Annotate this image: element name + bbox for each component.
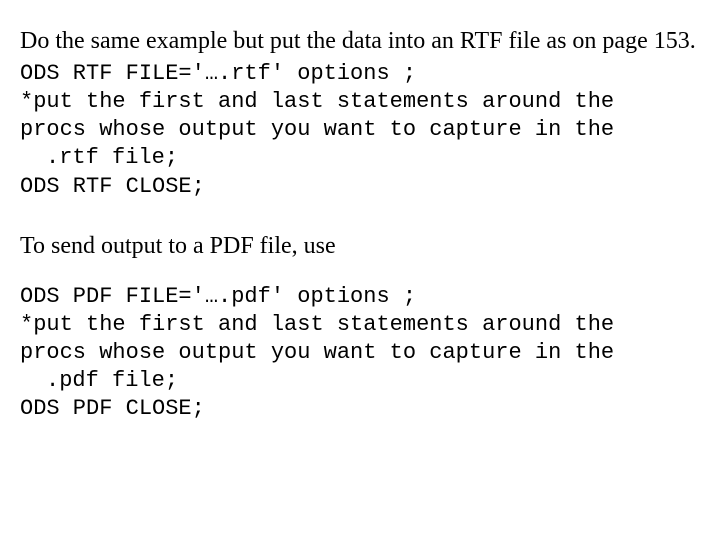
code-line: ODS PDF CLOSE; <box>20 395 702 423</box>
code-line: *put the first and last statements aroun… <box>20 311 702 339</box>
intro-paragraph: Do the same example but put the data int… <box>20 26 702 56</box>
pdf-code-block: ODS PDF FILE='….pdf' options ; *put the … <box>20 283 702 424</box>
page: Do the same example but put the data int… <box>0 0 720 424</box>
code-line: .rtf file; <box>20 144 702 172</box>
code-line: ODS PDF FILE='….pdf' options ; <box>20 283 702 311</box>
pdf-paragraph: To send output to a PDF file, use <box>20 231 702 261</box>
code-line: procs whose output you want to capture i… <box>20 116 702 144</box>
code-line: ODS RTF CLOSE; <box>20 173 702 201</box>
intro-text: Do the same example but put the data int… <box>20 28 696 54</box>
code-line: .pdf file; <box>20 367 702 395</box>
rtf-code-block: ODS RTF FILE='….rtf' options ; *put the … <box>20 60 702 201</box>
code-line: procs whose output you want to capture i… <box>20 339 702 367</box>
pdf-text: To send output to a PDF file, use <box>20 233 336 259</box>
code-line: *put the first and last statements aroun… <box>20 88 702 116</box>
code-line: ODS RTF FILE='….rtf' options ; <box>20 60 702 88</box>
